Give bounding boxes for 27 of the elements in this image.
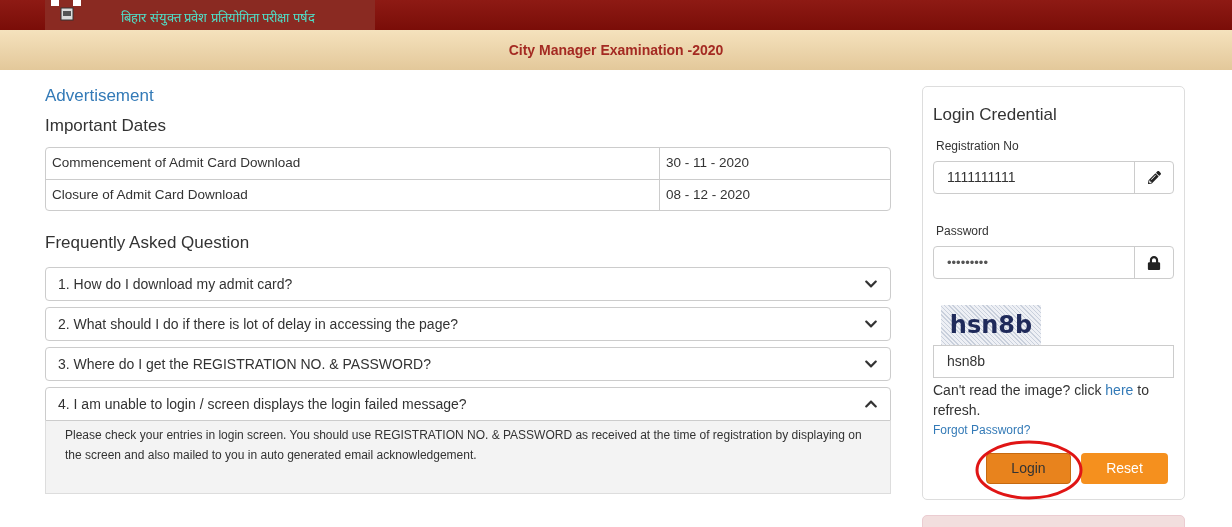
login-button[interactable]: Login (986, 453, 1071, 484)
advertisement-link[interactable]: Advertisement (45, 86, 891, 106)
table-cell: Closure of Admit Card Download (46, 179, 660, 210)
table-cell: Commencement of Admit Card Download (46, 148, 660, 179)
table-cell: 08 - 12 - 2020 (660, 179, 890, 210)
field-label: Registration No (936, 138, 1020, 155)
captcha-image: hsn8b (941, 305, 1041, 345)
section-heading: Important Dates (45, 116, 167, 136)
faq-answer: Please check your entries in login screen. You should use REGISTRATION NO. & PASSWORD as received at the time of registration by displaying on the screen and also mailed to you in auto generated email acknowledgement. (65, 427, 863, 464)
exam-title: City Manager Examination -2020 (508, 40, 724, 60)
organization-name: बिहार संयुक्त प्रवेश प्रतियोगिता परीक्षा पर्षद (121, 11, 316, 24)
field-label: Password (936, 223, 990, 240)
refresh-link[interactable]: here (1105, 382, 1134, 398)
table-cell-text: 30 - 11 - 2020 (665, 154, 751, 173)
faq-question[interactable]: 1. How do I download my admit card? (45, 267, 891, 301)
panel-heading: Login Credential (933, 105, 1058, 125)
section-heading: Frequently Asked Question (45, 233, 251, 253)
faq-question[interactable]: 4. I am unable to login / screen displays the login failed message? (45, 387, 891, 421)
refresh-hint: Can't read the image? click here to refresh. (933, 381, 1150, 420)
faq-question[interactable]: 3. Where do I get the REGISTRATION NO. & PASSWORD? (45, 347, 891, 381)
faq-question[interactable]: 2. What should I do if there is lot of delay in accessing the page? (45, 307, 891, 341)
password-field[interactable]: ••••••••• (933, 246, 1174, 279)
captcha-field[interactable]: hsn8b (933, 345, 1174, 378)
forgot-password-link[interactable]: Forgot Password? (933, 421, 1174, 439)
registration-field[interactable]: 1111111111 (933, 161, 1174, 194)
pencil-icon (1147, 171, 1161, 184)
lock-icon (1147, 255, 1161, 270)
